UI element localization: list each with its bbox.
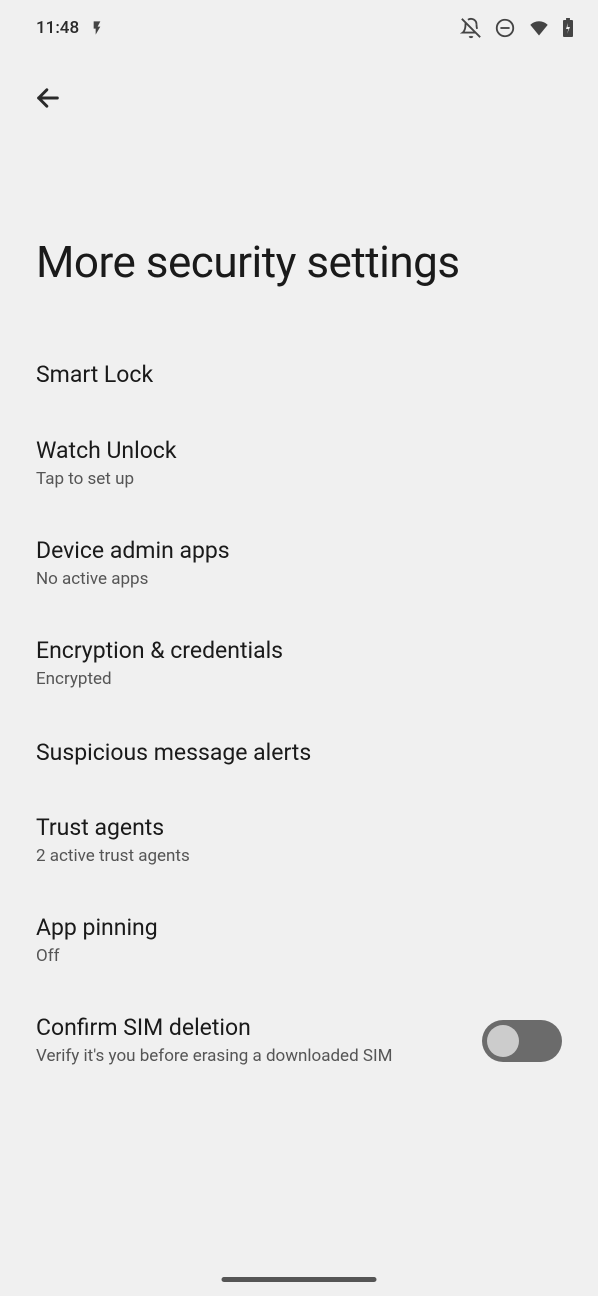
app-bar xyxy=(0,48,598,128)
wifi-icon xyxy=(528,19,550,37)
setting-text: Confirm SIM deletion Verify it's you bef… xyxy=(36,1013,482,1069)
setting-label: Confirm SIM deletion xyxy=(36,1013,482,1043)
setting-label: Device admin apps xyxy=(36,536,562,566)
toggle-knob xyxy=(487,1025,519,1057)
back-button[interactable] xyxy=(28,78,68,118)
setting-device-admin-apps[interactable]: Device admin apps No active apps xyxy=(0,514,598,614)
toggle-confirm-sim-deletion[interactable] xyxy=(482,1020,562,1062)
setting-suspicious-message-alerts[interactable]: Suspicious message alerts xyxy=(0,713,598,791)
setting-sublabel: No active apps xyxy=(36,568,562,592)
setting-label: Watch Unlock xyxy=(36,436,562,466)
setting-sublabel: 2 active trust agents xyxy=(36,845,562,869)
setting-label: Encryption & credentials xyxy=(36,636,562,666)
setting-sublabel: Tap to set up xyxy=(36,468,562,492)
status-right xyxy=(460,17,574,39)
setting-sublabel: Off xyxy=(36,945,562,969)
setting-label: Smart Lock xyxy=(36,360,562,390)
setting-app-pinning[interactable]: App pinning Off xyxy=(0,891,598,991)
setting-text: Watch Unlock Tap to set up xyxy=(36,436,562,492)
setting-label: Suspicious message alerts xyxy=(36,738,562,768)
setting-text: Device admin apps No active apps xyxy=(36,536,562,592)
page-title: More security settings xyxy=(0,128,598,336)
navigation-handle[interactable] xyxy=(222,1277,377,1282)
status-left: 11:48 xyxy=(36,18,105,38)
setting-text: Suspicious message alerts xyxy=(36,738,562,768)
setting-smart-lock[interactable]: Smart Lock xyxy=(0,336,598,414)
setting-confirm-sim-deletion[interactable]: Confirm SIM deletion Verify it's you bef… xyxy=(0,991,598,1091)
bell-off-icon xyxy=(460,17,482,39)
do-not-disturb-icon xyxy=(494,17,516,39)
setting-text: Trust agents 2 active trust agents xyxy=(36,813,562,869)
setting-label: App pinning xyxy=(36,913,562,943)
setting-text: Smart Lock xyxy=(36,360,562,390)
setting-sublabel: Encrypted xyxy=(36,668,562,692)
status-bar: 11:48 xyxy=(0,0,598,48)
setting-sublabel: Verify it's you before erasing a downloa… xyxy=(36,1045,482,1069)
setting-encryption-credentials[interactable]: Encryption & credentials Encrypted xyxy=(0,614,598,714)
setting-text: Encryption & credentials Encrypted xyxy=(36,636,562,692)
settings-list: Smart Lock Watch Unlock Tap to set up De… xyxy=(0,336,598,1090)
bolt-icon xyxy=(89,19,105,37)
status-time: 11:48 xyxy=(36,18,79,38)
setting-text: App pinning Off xyxy=(36,913,562,969)
setting-label: Trust agents xyxy=(36,813,562,843)
setting-watch-unlock[interactable]: Watch Unlock Tap to set up xyxy=(0,414,598,514)
setting-trust-agents[interactable]: Trust agents 2 active trust agents xyxy=(0,791,598,891)
battery-charging-icon xyxy=(562,18,574,38)
